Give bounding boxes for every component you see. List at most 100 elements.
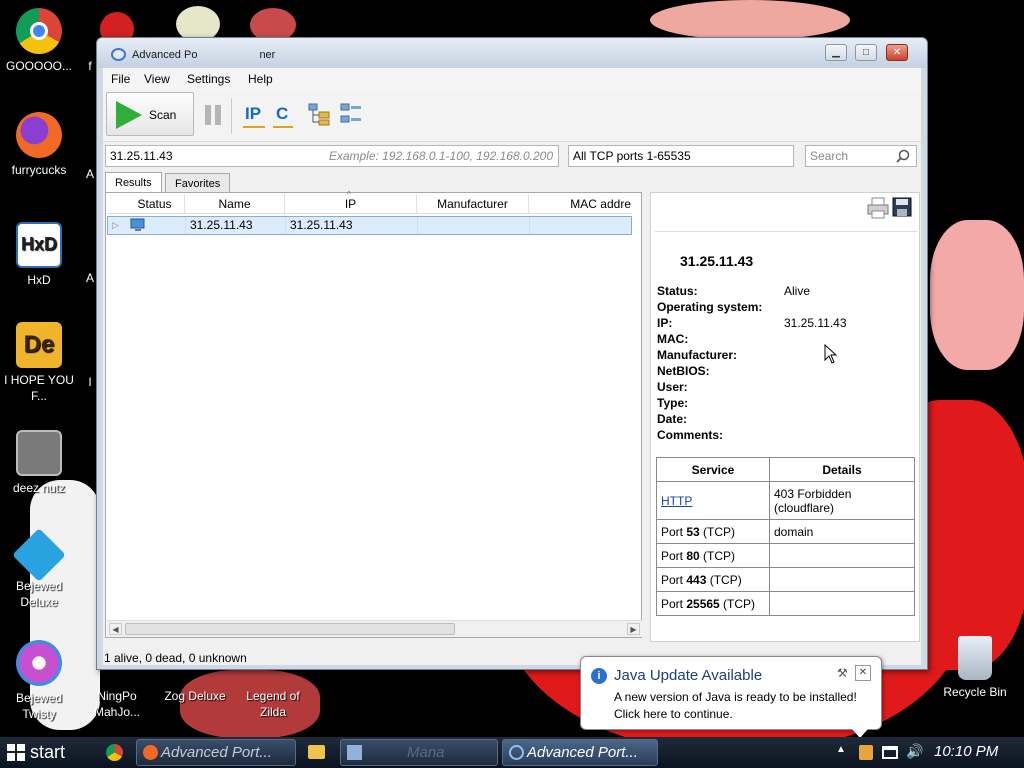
search-input[interactable]: Search (805, 145, 917, 167)
desktop-icon-label: HxD (27, 273, 51, 287)
port-scanner-icon (509, 745, 524, 760)
desktop-icon-deez[interactable]: deez nutz (2, 430, 76, 496)
taskbar-task-firefox[interactable]: Advanced Port... (136, 739, 296, 766)
cell-name: 31.25.11.43 (186, 217, 286, 234)
java-tray-icon[interactable] (859, 745, 873, 760)
service-row: Port 80 (TCP) (656, 543, 915, 568)
notification-close-button[interactable]: ✕ (855, 665, 871, 681)
window-title: Advanced Po ner (132, 49, 275, 61)
port-range-input[interactable]: All TCP ports 1-65535 (568, 145, 794, 167)
start-button[interactable]: start (0, 737, 88, 768)
network-tray-icon[interactable] (882, 746, 898, 759)
desktop-icon-zilda[interactable]: Legend of Zilda (236, 688, 310, 720)
close-button[interactable]: ✕ (886, 44, 908, 61)
volume-icon[interactable]: 🔊 (906, 743, 923, 760)
column-status[interactable]: Status (125, 194, 185, 214)
services-table: Service Details HTTP 403 Forbidden (clou… (656, 457, 915, 616)
cell-ip: 31.25.11.43 (286, 217, 418, 234)
c-subnet-icon[interactable]: C (276, 104, 288, 124)
ip-range-input[interactable]: 31.25.11.43 Example: 192.168.0.1-100, 19… (105, 145, 559, 167)
taskbar: start Advanced Port... Mana Advanced Por… (0, 737, 1024, 768)
scroll-left-arrow[interactable]: ◀ (109, 623, 122, 635)
sort-ascending-icon: ^ (347, 190, 351, 199)
scroll-thumb[interactable] (125, 623, 455, 635)
desktop-icon-chrome[interactable]: GOOOOO... (2, 8, 76, 74)
firefox-icon (16, 112, 62, 158)
detail-label-comments: Comments: (657, 428, 724, 442)
service-row: Port 53 (TCP) domain (656, 519, 915, 544)
desktop-icon-ningpo[interactable]: NingPo MahJo... (80, 688, 154, 720)
wallpaper-pink-shape (930, 220, 1024, 370)
menu-view[interactable]: View (144, 72, 170, 86)
print-icon[interactable] (867, 197, 889, 219)
detail-value-ip: 31.25.11.43 (784, 316, 847, 330)
quicklaunch-chrome-icon[interactable] (106, 744, 123, 761)
desktop-icon-hxd[interactable]: HxD HxD (2, 222, 76, 288)
clock[interactable]: 10:10 PM (934, 743, 998, 760)
desktop-icon-label: Recycle Bin (943, 685, 1007, 699)
column-mac[interactable]: MAC addre (529, 194, 633, 214)
service-port-80: Port 80 (TCP) (656, 543, 770, 568)
wrench-icon[interactable]: ⚒ (837, 666, 848, 680)
table-row[interactable]: ▷ 31.25.11.43 31.25.11.43 (107, 216, 632, 235)
desktop-icon-de[interactable]: De I HOPE YOU F... (2, 322, 76, 404)
scroll-right-arrow[interactable]: ▶ (627, 623, 640, 635)
menu-file[interactable]: File (111, 72, 130, 86)
ip-range-value: 31.25.11.43 (110, 149, 173, 163)
windows-stack-icon (16, 430, 62, 476)
windows-logo-icon (7, 744, 25, 761)
service-port-443: Port 443 (TCP) (656, 567, 770, 592)
toolbar: Scan IP C (103, 90, 921, 142)
detail-value-status: Alive (784, 284, 811, 298)
results-header: Status Name IP Manufacturer MAC addre ^ (107, 190, 633, 214)
taskbar-task-manager[interactable]: Mana (340, 739, 498, 766)
desktop-icon-bejeweled-twist[interactable]: Bejewed Twisty (2, 640, 76, 722)
menu-help[interactable]: Help (248, 72, 273, 86)
column-manufacturer[interactable]: Manufacturer (417, 194, 529, 214)
notification-title: Java Update Available (614, 667, 763, 684)
desktop-icon-firefox[interactable]: furrycucks (2, 112, 76, 178)
cell-status (126, 217, 186, 234)
minimize-button[interactable]: ▁ (825, 44, 847, 61)
column-ip[interactable]: IP (285, 194, 417, 214)
title-bar[interactable]: Advanced Po ner ▁ □ ✕ (97, 38, 927, 68)
c-icon-underline (273, 126, 293, 128)
partial-label: f (88, 59, 92, 73)
java-update-notification[interactable]: i Java Update Available ⚒ ✕ A new versio… (580, 656, 882, 730)
desktop-icon-label: furrycucks (11, 163, 67, 177)
details-host-title: 31.25.11.43 (680, 253, 754, 269)
desktop-icon-label: Bejewed Twisty (15, 691, 63, 721)
app-window: Advanced Po ner ▁ □ ✕ File View Settings … (96, 37, 928, 670)
menu-settings[interactable]: Settings (187, 72, 230, 86)
search-icon (896, 149, 910, 163)
desktop-icon-label: I HOPE YOU F... (4, 373, 74, 403)
services-header-row: Service Details (656, 457, 915, 482)
horizontal-scrollbar[interactable]: ◀ ▶ (107, 620, 642, 637)
desktop-icon-label: Legend of Zilda (246, 689, 300, 719)
desktop-icon-bejeweled[interactable]: Bejewed Deluxe (2, 528, 76, 610)
port-number: 443 (686, 572, 707, 587)
info-icon: i (591, 668, 607, 684)
taskbar-task-advanced-port-scanner[interactable]: Advanced Port... (502, 739, 658, 766)
maximize-button[interactable]: □ (855, 44, 877, 61)
quicklaunch-folder-icon[interactable] (308, 745, 325, 759)
expand-row-icon[interactable]: ▷ (108, 217, 126, 234)
expand-tree-icon[interactable] (307, 102, 331, 126)
service-http-link[interactable]: HTTP (656, 481, 770, 520)
desktop-icon-zog[interactable]: Zog Deluxe (158, 688, 232, 704)
column-name[interactable]: Name (185, 194, 285, 214)
save-icon[interactable] (892, 197, 912, 217)
desktop-icon-recycle-bin[interactable]: Recycle Bin (938, 636, 1012, 700)
port-number: 80 (686, 548, 700, 563)
start-label: start (30, 742, 66, 762)
window-title-start: Advanced Po (132, 49, 198, 61)
service-row: Port 443 (TCP) (656, 567, 915, 592)
collapse-tree-icon[interactable] (339, 102, 363, 126)
service-http-details: 403 Forbidden (cloudflare) (769, 481, 915, 520)
hxd-icon: HxD (16, 222, 62, 268)
ip-icon[interactable]: IP (245, 104, 261, 124)
service-http-label[interactable]: HTTP (661, 494, 692, 508)
pause-icon[interactable] (204, 105, 222, 125)
show-hidden-icons-arrow[interactable]: ▲ (836, 744, 846, 755)
scan-button[interactable]: Scan (106, 92, 194, 136)
